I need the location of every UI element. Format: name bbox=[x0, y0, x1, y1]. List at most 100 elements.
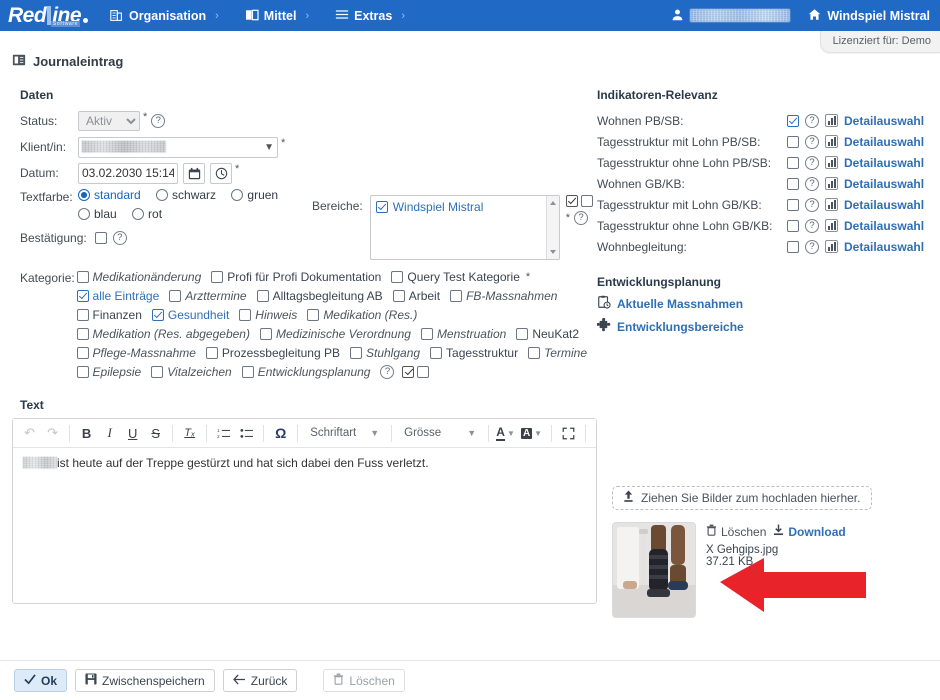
kategorie-medikationaenderung[interactable]: Medikationänderung bbox=[76, 270, 201, 284]
kategorie-tagesstruktur[interactable]: Tagesstruktur bbox=[430, 346, 518, 360]
radio-blau[interactable]: blau bbox=[78, 207, 117, 221]
status-help-icon[interactable]: ? bbox=[151, 114, 166, 128]
checkbox[interactable] bbox=[169, 290, 182, 302]
checkbox[interactable] bbox=[307, 309, 320, 321]
bereiche-item-windspiel-mistral[interactable]: Windspiel Mistral bbox=[375, 200, 554, 214]
checkbox[interactable] bbox=[76, 290, 89, 302]
radio-schwarz[interactable]: schwarz bbox=[156, 188, 216, 202]
special-character-icon[interactable]: Ω bbox=[270, 422, 291, 444]
indikator-help-icon[interactable]: ? bbox=[805, 218, 819, 233]
radio-gruen[interactable]: gruen bbox=[231, 188, 278, 202]
checkbox[interactable] bbox=[205, 347, 218, 359]
bestaetigung-checkbox[interactable] bbox=[94, 232, 107, 244]
bereiche-help-icon[interactable]: ? bbox=[573, 211, 588, 225]
kategorie-epilepsie[interactable]: Epilepsie bbox=[76, 365, 141, 379]
numbered-list-icon[interactable]: 12 bbox=[213, 422, 234, 444]
detailauswahl-link[interactable]: Detailauswahl bbox=[844, 135, 924, 149]
checkbox[interactable] bbox=[350, 347, 362, 359]
text-color-button[interactable]: A ▼ bbox=[495, 422, 516, 444]
kategorie-fb-massnahmen[interactable]: FB-Massnahmen bbox=[450, 289, 557, 303]
entwicklungsbereiche-link[interactable]: Entwicklungsbereiche bbox=[596, 317, 928, 335]
background-color-button[interactable]: A ▼ bbox=[518, 422, 545, 444]
indikator-help-icon[interactable]: ? bbox=[805, 134, 819, 149]
indikator-help-icon[interactable]: ? bbox=[805, 155, 819, 170]
font-size-dropdown[interactable]: Grösse ▼ bbox=[398, 427, 482, 439]
zurueck-button[interactable]: Zurück bbox=[222, 669, 298, 692]
checkbox[interactable] bbox=[239, 309, 252, 321]
kategorie-prozessbegleitung-pb[interactable]: Prozessbegleitung PB bbox=[205, 346, 340, 360]
kategorie-gesundheit[interactable]: Gesundheit bbox=[151, 308, 229, 322]
kategorie-medizinische-verordnung[interactable]: Medizinische Verordnung bbox=[259, 327, 411, 341]
kategorie-medikation-res[interactable]: Medikation (Res.) bbox=[307, 308, 417, 322]
kategorie-menstruation[interactable]: Menstruation bbox=[420, 327, 506, 341]
indikator-checkbox[interactable] bbox=[787, 177, 799, 190]
detailauswahl-link[interactable]: Detailauswahl bbox=[844, 198, 924, 212]
kategorie-select-all-checkbox[interactable] bbox=[402, 366, 415, 378]
checkbox[interactable] bbox=[430, 347, 443, 359]
radio-rot[interactable]: rot bbox=[132, 207, 162, 221]
checkbox[interactable] bbox=[256, 290, 269, 302]
status-select[interactable]: Aktiv bbox=[78, 111, 140, 131]
clock-icon[interactable] bbox=[210, 162, 232, 184]
bereiche-listbox[interactable]: Windspiel Mistral bbox=[369, 195, 560, 260]
strikethrough-button[interactable]: S bbox=[145, 422, 166, 444]
undo-icon[interactable]: ↶ bbox=[19, 422, 40, 444]
checkbox[interactable] bbox=[151, 366, 164, 378]
kategorie-stuhlgang[interactable]: Stuhlgang bbox=[350, 346, 420, 360]
detailauswahl-link[interactable]: Detailauswahl bbox=[844, 219, 924, 233]
indikator-checkbox[interactable] bbox=[787, 219, 799, 232]
bullet-list-icon[interactable] bbox=[236, 422, 257, 444]
bestaetigung-help-icon[interactable]: ? bbox=[112, 231, 127, 245]
detailauswahl-link[interactable]: Detailauswahl bbox=[844, 114, 924, 128]
indikator-checkbox[interactable] bbox=[787, 135, 799, 148]
checkbox[interactable] bbox=[450, 290, 463, 302]
indikator-checkbox[interactable] bbox=[787, 240, 799, 253]
checkbox[interactable] bbox=[259, 328, 272, 340]
indikator-checkbox[interactable] bbox=[787, 198, 799, 211]
klient-select[interactable]: ▼ bbox=[78, 136, 278, 158]
delete-file-button[interactable]: Löschen bbox=[706, 524, 766, 539]
indikator-checkbox[interactable] bbox=[787, 156, 799, 169]
kategorie-arbeit[interactable]: Arbeit bbox=[392, 289, 440, 303]
bold-button[interactable]: B bbox=[76, 422, 97, 444]
checkbox[interactable] bbox=[76, 309, 89, 321]
redo-icon[interactable]: ↷ bbox=[42, 422, 63, 444]
kategorie-hinweis[interactable]: Hinweis bbox=[239, 308, 297, 322]
aktuelle-massnahmen-link[interactable]: Aktuelle Massnahmen bbox=[597, 295, 928, 312]
kategorie-entwicklungsplanung[interactable]: Entwicklungsplanung bbox=[241, 365, 370, 379]
indikator-help-icon[interactable]: ? bbox=[805, 197, 819, 212]
radio-standard[interactable]: standard bbox=[78, 188, 141, 202]
checkbox[interactable] bbox=[516, 328, 529, 340]
detailauswahl-link[interactable]: Detailauswahl bbox=[844, 156, 924, 170]
calendar-icon[interactable] bbox=[183, 162, 205, 184]
kategorie-pflege-massnahme[interactable]: Pflege-Massnahme bbox=[76, 346, 196, 360]
checkbox[interactable] bbox=[391, 271, 404, 283]
editor-content[interactable]: ist heute auf der Treppe gestürzt und ha… bbox=[13, 448, 596, 603]
nav-item-mittel[interactable]: Mittel › bbox=[245, 9, 309, 23]
detailauswahl-link[interactable]: Detailauswahl bbox=[844, 240, 924, 254]
checkbox[interactable] bbox=[76, 328, 89, 340]
detailauswahl-link[interactable]: Detailauswahl bbox=[844, 177, 924, 191]
kategorie-alltagsbegleitung-ab[interactable]: Alltagsbegleitung AB bbox=[256, 289, 383, 303]
kategorie-medikation-res-abgegeben[interactable]: Medikation (Res. abgegeben) bbox=[76, 327, 250, 341]
kategorie-query-test-kategorie[interactable]: Query Test Kategorie * bbox=[391, 270, 530, 284]
checkbox[interactable] bbox=[241, 366, 254, 378]
clear-format-button[interactable]: Tₓ bbox=[179, 422, 200, 444]
bereiche-scrollbar[interactable] bbox=[545, 196, 559, 259]
file-dropzone[interactable]: Ziehen Sie Bilder zum hochladen hierher. bbox=[612, 486, 872, 510]
scroll-up-icon[interactable] bbox=[549, 201, 556, 205]
checkbox[interactable] bbox=[420, 328, 433, 340]
checkbox[interactable] bbox=[76, 271, 89, 283]
indikator-help-icon[interactable]: ? bbox=[805, 239, 819, 254]
checkbox[interactable] bbox=[528, 347, 541, 359]
bereiche-item-checkbox[interactable] bbox=[375, 201, 388, 213]
kategorie-help-icon[interactable]: ? bbox=[380, 365, 395, 379]
kategorie-finanzen[interactable]: Finanzen bbox=[76, 308, 142, 322]
redline-logo[interactable]: Red ine Software bbox=[8, 5, 89, 27]
home-link[interactable]: Windspiel Mistral bbox=[808, 8, 930, 24]
kategorie-vitalzeichen[interactable]: Vitalzeichen bbox=[151, 365, 232, 379]
loeschen-button[interactable]: Löschen bbox=[323, 669, 405, 692]
checkbox[interactable] bbox=[76, 347, 89, 359]
bereiche-select-all-checkbox[interactable] bbox=[565, 195, 578, 207]
checkbox[interactable] bbox=[151, 309, 164, 321]
